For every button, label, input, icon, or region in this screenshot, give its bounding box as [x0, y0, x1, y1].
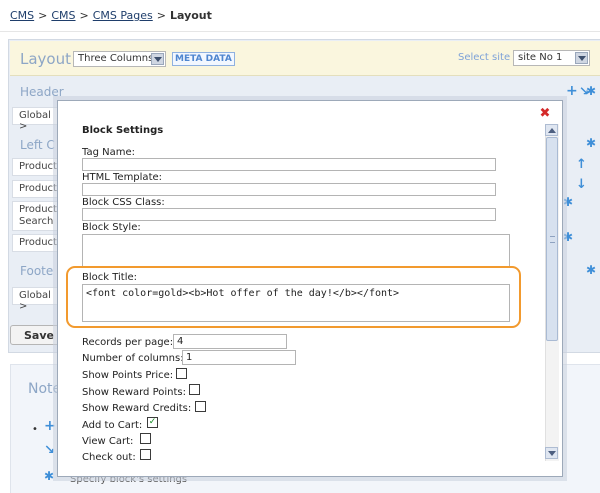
save-button[interactable]: Save [10, 325, 60, 345]
left-block-row[interactable]: Products [12, 158, 62, 176]
footer-block-row[interactable]: Global > [12, 287, 60, 312]
breadcrumb-link-cms[interactable]: CMS [10, 9, 34, 22]
records-per-page-label: Records per page: [82, 337, 174, 348]
css-class-label: Block CSS Class: [82, 197, 165, 208]
layout-select-value: Three Columns [78, 53, 154, 64]
settings-icon[interactable]: ✱ [563, 195, 573, 209]
select-site-label: Select site [458, 52, 511, 63]
show-reward-points-checkbox[interactable] [189, 384, 200, 395]
divider [0, 31, 600, 32]
breadcrumb-current: Layout [169, 9, 212, 22]
breadcrumb-link-cms-2[interactable]: CMS [51, 9, 75, 22]
close-icon[interactable]: ✖ [539, 107, 551, 120]
footer-section-title: Foote [20, 264, 54, 278]
tag-name-label: Tag Name: [82, 147, 135, 158]
scroll-up-icon[interactable] [545, 124, 558, 136]
show-reward-credits-label: Show Reward Credits: [82, 403, 192, 414]
show-reward-credits-checkbox[interactable] [195, 401, 206, 412]
arrow-up-icon[interactable]: ↑ [576, 158, 587, 172]
left-block-row[interactable]: Products [12, 234, 62, 252]
block-style-label: Block Style: [82, 222, 141, 233]
settings-icon[interactable]: ✱ [586, 84, 598, 98]
tag-name-input[interactable] [82, 158, 496, 171]
block-style-textarea[interactable] [82, 234, 510, 268]
view-cart-checkbox[interactable] [140, 433, 151, 444]
header-block-row[interactable]: Global > [12, 107, 60, 132]
check-out-checkbox[interactable] [140, 449, 151, 460]
breadcrumb-separator: > [156, 9, 166, 22]
add-to-cart-checkbox[interactable]: ✓ [147, 417, 158, 428]
checkmark-icon: ✓ [148, 417, 157, 427]
settings-icon[interactable]: ✱ [586, 136, 598, 150]
meta-data-button[interactable]: META DATA [172, 52, 235, 66]
chevron-down-icon[interactable] [151, 53, 164, 65]
check-out-label: Check out: [82, 452, 136, 463]
columns-label: Number of columns: [82, 353, 184, 364]
css-class-input[interactable] [82, 208, 496, 221]
layout-title: Layout [20, 50, 71, 68]
site-select[interactable]: site No 1 [513, 50, 590, 66]
breadcrumb-separator: > [38, 9, 48, 22]
breadcrumb: CMS > CMS > CMS Pages > Layout [10, 9, 212, 22]
html-template-input[interactable] [82, 183, 496, 196]
show-points-price-label: Show Points Price: [82, 370, 174, 381]
show-points-price-checkbox[interactable] [176, 368, 187, 379]
breadcrumb-separator: > [79, 9, 89, 22]
scroll-down-icon[interactable] [545, 447, 558, 459]
columns-input[interactable]: 1 [182, 350, 296, 365]
site-select-value: site No 1 [518, 52, 563, 63]
left-block-row[interactable]: Products [12, 180, 62, 198]
layout-select[interactable]: Three Columns [73, 51, 166, 67]
records-per-page-input[interactable]: 4 [173, 334, 287, 349]
header-section-title: Header [20, 85, 64, 99]
settings-icon[interactable]: ✱ [563, 230, 573, 244]
left-block-row[interactable]: Products Search [12, 201, 62, 231]
breadcrumb-link-cms-pages[interactable]: CMS Pages [93, 9, 153, 22]
arrow-down-icon[interactable]: ↓ [576, 178, 587, 192]
settings-icon[interactable]: ✱ [586, 263, 598, 277]
html-template-label: HTML Template: [82, 172, 163, 183]
scrollbar-thumb[interactable] [546, 137, 558, 341]
add-to-cart-label: Add to Cart: [82, 420, 143, 431]
move-icon: ↘ [44, 443, 55, 458]
settings-icon: ✱ [44, 469, 55, 483]
chevron-down-icon[interactable] [575, 52, 588, 64]
add-icon[interactable]: + [566, 84, 578, 98]
dialog-title: Block Settings [82, 125, 164, 136]
show-reward-points-label: Show Reward Points: [82, 387, 186, 398]
bullet-icon: • [32, 424, 38, 435]
left-column-section-title: Left C [20, 138, 55, 152]
add-icon: + [44, 418, 56, 434]
highlight-outline [66, 266, 521, 328]
view-cart-label: View Cart: [82, 436, 134, 447]
